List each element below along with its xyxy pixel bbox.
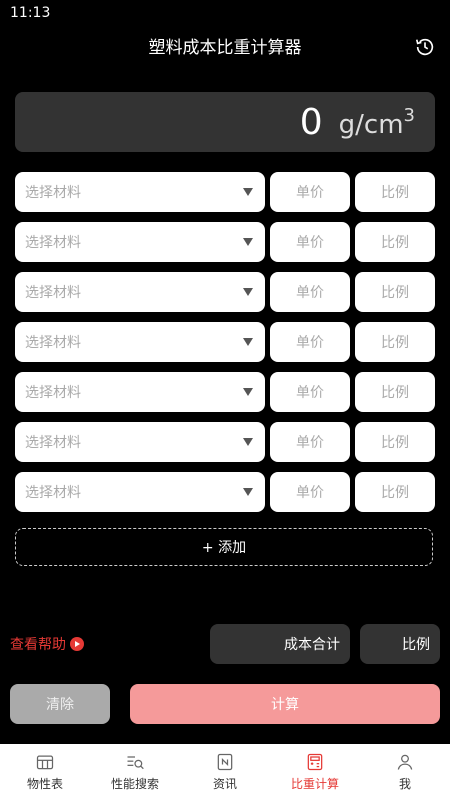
material-select[interactable]: 选择材料 [15,372,265,412]
play-icon [70,637,84,651]
material-row: 选择材料 单价 比例 [15,422,435,462]
caret-down-icon [243,388,253,396]
status-time: 11:13 [10,5,51,21]
clear-button[interactable]: 清除 [10,684,110,724]
page-title: 塑料成本比重计算器 [148,38,302,58]
ratio-input[interactable]: 比例 [355,322,435,362]
material-row: 选择材料 单价 比例 [15,172,435,212]
view-help-link[interactable]: 查看帮助 [10,632,84,656]
material-row: 选择材料 单价 比例 [15,272,435,312]
material-row: 选择材料 单价 比例 [15,372,435,412]
material-select[interactable]: 选择材料 [15,472,265,512]
unit-price-input[interactable]: 单价 [270,322,350,362]
ratio-input[interactable]: 比例 [355,472,435,512]
material-select[interactable]: 选择材料 [15,322,265,362]
tab-property-table[interactable]: 物性表 [0,744,90,800]
material-select[interactable]: 选择材料 [15,272,265,312]
unit-price-input[interactable]: 单价 [270,372,350,412]
ratio-input[interactable]: 比例 [355,272,435,312]
material-row: 选择材料 单价 比例 [15,472,435,512]
material-select[interactable]: 选择材料 [15,422,265,462]
search-list-icon [127,756,144,770]
unit-price-input[interactable]: 单价 [270,172,350,212]
table-icon [36,755,54,770]
ratio-input[interactable]: 比例 [355,372,435,412]
density-value: 0 [299,101,323,143]
material-select[interactable]: 选择材料 [15,222,265,262]
caret-down-icon [243,288,253,296]
ratio-input[interactable]: 比例 [355,172,435,212]
material-row: 选择材料 单价 比例 [15,222,435,262]
ratio-total-display: 比例 [360,624,440,664]
tab-news[interactable]: 资讯 [180,744,270,800]
history-button[interactable] [414,36,436,58]
unit-price-input[interactable]: 单价 [270,472,350,512]
ratio-input[interactable]: 比例 [355,222,435,262]
material-row: 选择材料 单价 比例 [15,322,435,362]
cost-total-display: 成本合计 [210,624,350,664]
material-select[interactable]: 选择材料 [15,172,265,212]
caret-down-icon [243,488,253,496]
calculate-button[interactable]: 计算 [130,684,440,724]
unit-price-input[interactable]: 单价 [270,222,350,262]
material-rows: 选择材料 单价 比例 选择材料 单价 比例 选择材料 单价 比例 选择材料 单价… [15,172,435,522]
caret-down-icon [243,338,253,346]
caret-down-icon [243,238,253,246]
news-icon [217,753,233,771]
caret-down-icon [243,438,253,446]
user-icon [397,754,413,770]
bottom-tab-bar: 物性表 性能搜索 资讯 比重计算 我 [0,744,450,800]
ratio-input[interactable]: 比例 [355,422,435,462]
tab-performance-search[interactable]: 性能搜索 [90,744,180,800]
add-row-button[interactable]: + 添加 [15,528,433,566]
status-bar: 11:13 [0,0,450,26]
unit-price-input[interactable]: 单价 [270,422,350,462]
tab-me[interactable]: 我 [360,744,450,800]
tab-density-calc[interactable]: 比重计算 [270,744,360,800]
density-result-display: 0 g/cm3 [15,92,435,152]
history-icon [415,38,434,56]
density-unit: g/cm3 [338,104,415,140]
calculator-icon [307,753,323,771]
caret-down-icon [243,188,253,196]
unit-price-input[interactable]: 单价 [270,272,350,312]
